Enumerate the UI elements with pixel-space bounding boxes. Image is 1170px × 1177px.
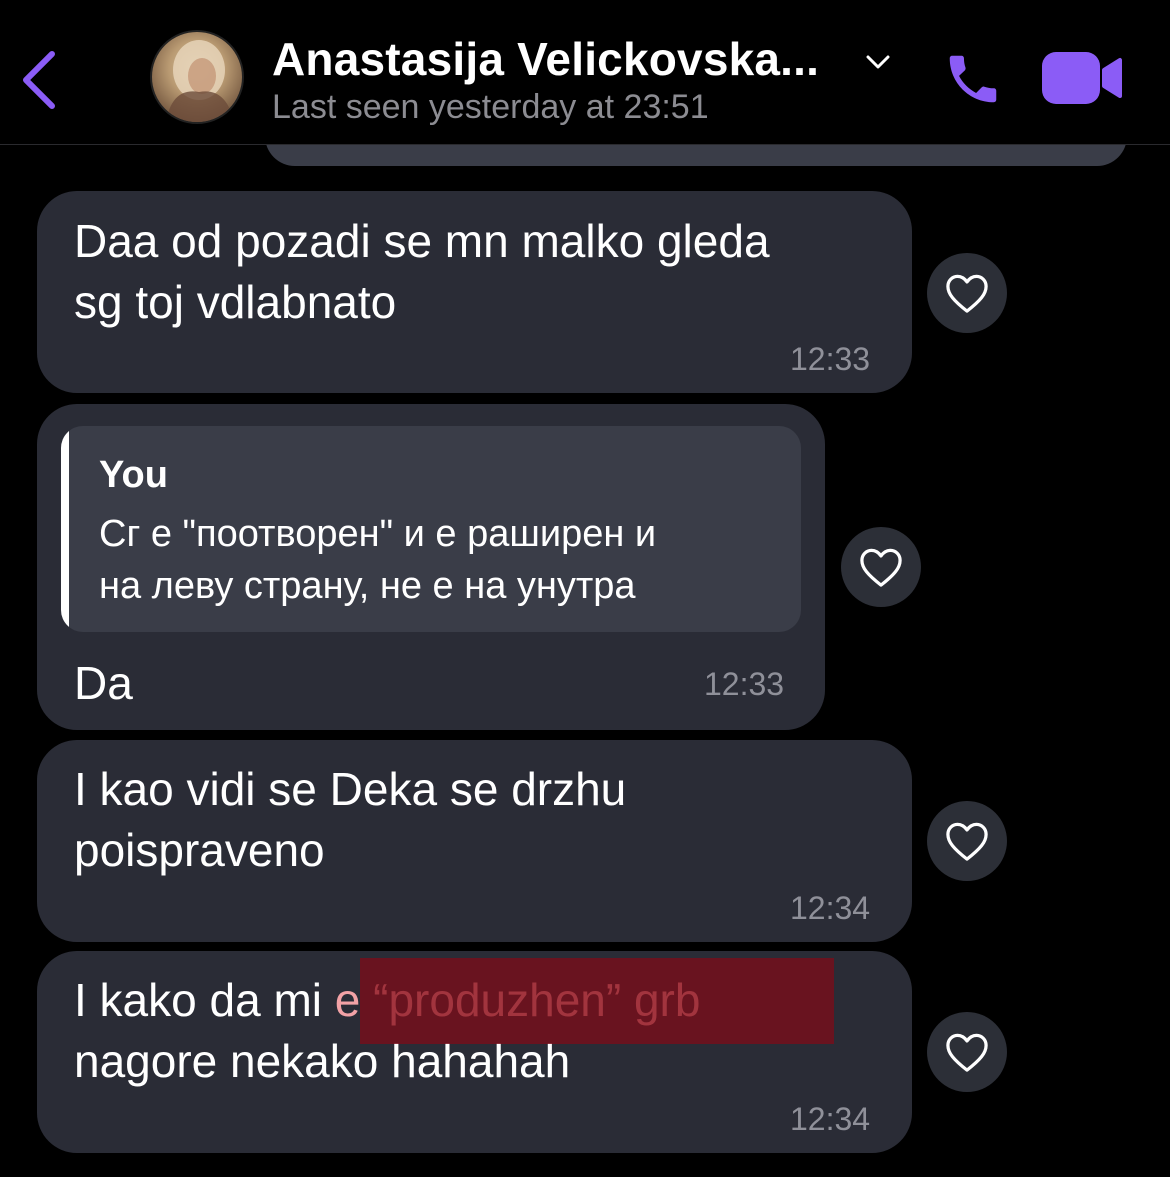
message-timestamp: 12:33 [704, 666, 785, 702]
message-bubble[interactable]: Daa od pozadi se mn malko gleda sg toj v… [37, 191, 912, 393]
reply-quoted-text: Сг е "поотворен" и е раширен и на леву с… [99, 513, 657, 607]
heart-outline-icon [946, 1033, 988, 1072]
message-text: I kako da mi e “produzhen” grb nagore nek… [74, 970, 874, 1092]
message-text: Daa od pozadi se mn malko gleda sg toj v… [74, 215, 770, 328]
message-bubble[interactable]: I kako da mi e “produzhen” grb nagore nek… [37, 951, 912, 1153]
message-text-part: I kako da mi [74, 974, 335, 1026]
react-heart-button[interactable] [841, 527, 921, 607]
highlighted-text: e “produzhen” grb [334, 974, 701, 1026]
phone-icon [949, 55, 997, 103]
message-text-part: nagore nekako hahahah [74, 1035, 571, 1087]
heart-outline-icon [946, 822, 988, 861]
chevron-down-icon [866, 55, 890, 69]
reply-quote-bar [61, 426, 69, 632]
call-button[interactable] [942, 48, 1004, 110]
message-timestamp: 12:34 [790, 1101, 871, 1137]
message-bubble[interactable]: I kao vidi se Deka se drzhu poispraveno … [37, 740, 912, 942]
last-seen-status: Last seen yesterday at 23:51 [272, 88, 709, 126]
chevron-left-icon [23, 51, 55, 109]
contact-avatar[interactable] [150, 30, 244, 124]
react-heart-button[interactable] [927, 801, 1007, 881]
message-timestamp: 12:33 [790, 341, 871, 377]
expand-button[interactable] [862, 50, 894, 74]
reply-quote[interactable]: You Сг е "поотворен" и е раширен и на ле… [61, 426, 801, 632]
message-bubble[interactable]: You Сг е "поотворен" и е раширен и на ле… [37, 404, 825, 730]
react-heart-button[interactable] [927, 1012, 1007, 1092]
video-camera-icon [1042, 52, 1122, 104]
message-timestamp: 12:34 [790, 890, 871, 926]
reply-author: You [99, 454, 168, 496]
avatar-photo [166, 40, 234, 122]
message-text: Da [74, 657, 133, 709]
heart-outline-icon [860, 548, 902, 587]
message-text: I kao vidi se Deka se drzhu poispraveno [74, 763, 627, 876]
video-call-button[interactable] [1040, 48, 1124, 108]
heart-outline-icon [946, 274, 988, 313]
react-heart-button[interactable] [927, 253, 1007, 333]
chat-header: Anastasija Velickovska... Last seen yest… [0, 0, 1170, 145]
back-button[interactable] [18, 48, 62, 112]
contact-name[interactable]: Anastasija Velickovska... [272, 32, 819, 86]
